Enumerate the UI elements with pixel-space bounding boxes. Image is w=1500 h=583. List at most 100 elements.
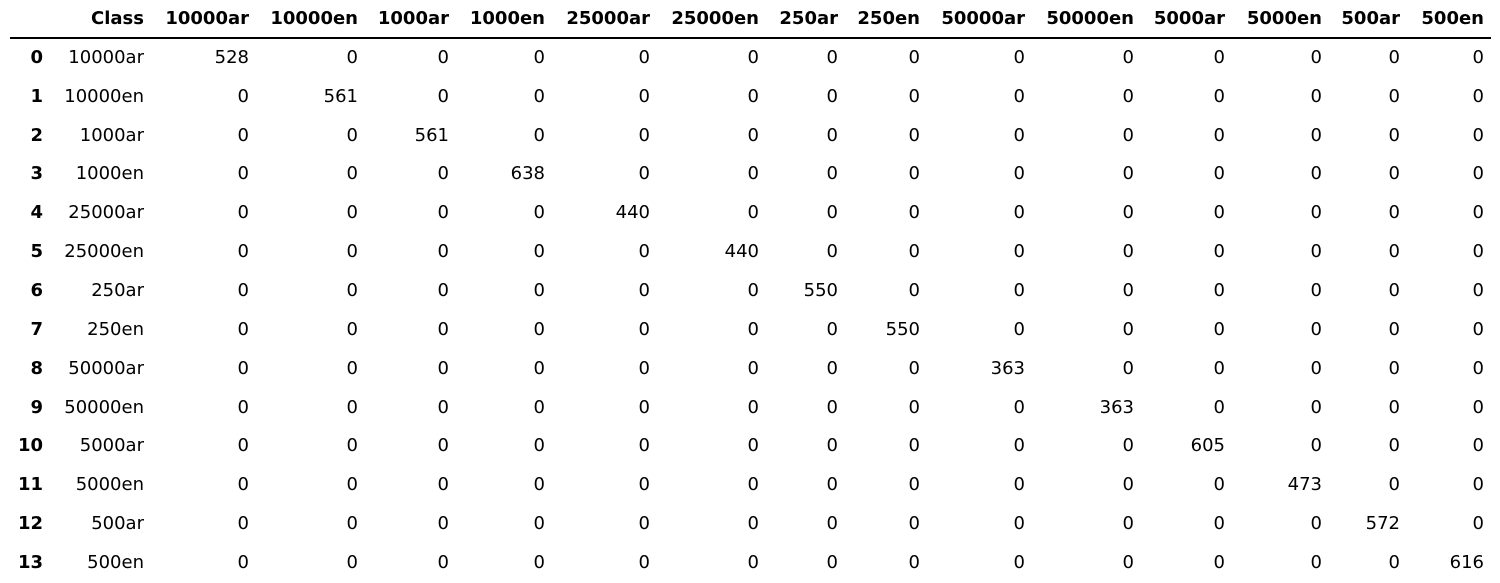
- table-cell: 0: [1213, 318, 1225, 340]
- table-cell: 0: [747, 474, 759, 496]
- row-index: 4: [30, 202, 43, 224]
- class-cell: 1000ar: [79, 124, 144, 146]
- table-cell: 0: [1388, 202, 1400, 224]
- row-index: 0: [30, 47, 43, 69]
- class-cell: 1000en: [75, 163, 144, 185]
- row-index: 7: [30, 318, 43, 340]
- table-cell: 561: [323, 85, 358, 107]
- column-header: 5000en: [1232, 0, 1329, 39]
- table-cell: 0: [826, 318, 838, 340]
- table-cell: 0: [533, 202, 545, 224]
- table-cell: 0: [638, 85, 650, 107]
- row-index: 2: [30, 124, 43, 146]
- table-cell: 0: [826, 551, 838, 573]
- table-cell: 0: [1310, 357, 1322, 379]
- table-cell: 0: [346, 513, 358, 535]
- table-cell: 0: [237, 474, 249, 496]
- table-cell: 0: [346, 357, 358, 379]
- table-cell: 0: [1310, 124, 1322, 146]
- table-row: 2 1000ar 0 0 561 0 0 0 0 0 0 0 0 0 0 0: [10, 116, 1491, 155]
- column-header: 250en: [845, 0, 927, 39]
- table-cell: 0: [908, 202, 920, 224]
- table-cell: 0: [1122, 85, 1134, 107]
- table-cell: 0: [1122, 513, 1134, 535]
- table-cell: 0: [237, 124, 249, 146]
- table-cell: 0: [1213, 513, 1225, 535]
- column-header: 500ar: [1329, 0, 1407, 39]
- table-cell: 572: [1365, 513, 1400, 535]
- table-cell: 0: [1310, 279, 1322, 301]
- table-cell: 0: [908, 279, 920, 301]
- table-cell: 0: [638, 47, 650, 69]
- table-cell: 0: [826, 124, 838, 146]
- row-index: 8: [30, 357, 43, 379]
- table-cell: 0: [1388, 396, 1400, 418]
- table-cell: 0: [1013, 124, 1025, 146]
- table-row: 6 250ar 0 0 0 0 0 0 550 0 0 0 0 0 0 0: [10, 271, 1491, 310]
- table-cell: 0: [1013, 163, 1025, 185]
- column-header: 5000ar: [1141, 0, 1232, 39]
- table-row: 0 10000ar 528 0 0 0 0 0 0 0 0 0 0 0 0 0: [10, 38, 1491, 77]
- table-cell: 0: [908, 124, 920, 146]
- table-cell: 0: [908, 357, 920, 379]
- table-cell: 0: [1213, 85, 1225, 107]
- table-cell: 0: [1213, 163, 1225, 185]
- table-cell: 0: [1122, 474, 1134, 496]
- table-cell: 0: [1213, 357, 1225, 379]
- row-index: 12: [17, 513, 43, 535]
- table-cell: 0: [237, 279, 249, 301]
- table-cell: 0: [437, 47, 449, 69]
- table-cell: 0: [346, 202, 358, 224]
- table-cell: 550: [803, 279, 838, 301]
- table-cell: 0: [826, 435, 838, 457]
- table-row: 12 500ar 0 0 0 0 0 0 0 0 0 0 0 0 572 0: [10, 504, 1491, 543]
- table-cell: 550: [885, 318, 920, 340]
- table-cell: 0: [237, 85, 249, 107]
- table-cell: 0: [1388, 279, 1400, 301]
- table-cell: 0: [1472, 435, 1484, 457]
- table-cell: 0: [1013, 202, 1025, 224]
- table-row: 9 50000en 0 0 0 0 0 0 0 0 0 363 0 0 0 0: [10, 388, 1491, 427]
- table-cell: 0: [1388, 47, 1400, 69]
- table-cell: 473: [1287, 474, 1322, 496]
- column-header: 1000ar: [365, 0, 456, 39]
- table-cell: 0: [1472, 474, 1484, 496]
- table-cell: 0: [1213, 396, 1225, 418]
- table-cell: 0: [1388, 318, 1400, 340]
- column-header: 10000ar: [151, 0, 256, 39]
- table-cell: 0: [1472, 396, 1484, 418]
- table-row: 1 10000en 0 561 0 0 0 0 0 0 0 0 0 0 0 0: [10, 77, 1491, 116]
- table-cell: 0: [346, 241, 358, 263]
- table-cell: 0: [826, 47, 838, 69]
- table-cell: 0: [237, 202, 249, 224]
- table-cell: 363: [1099, 396, 1134, 418]
- table-cell: 363: [990, 357, 1025, 379]
- table-row: 11 5000en 0 0 0 0 0 0 0 0 0 0 0 473 0 0: [10, 465, 1491, 504]
- class-cell: 500en: [87, 551, 144, 573]
- table-cell: 0: [1388, 124, 1400, 146]
- table-cell: 0: [346, 396, 358, 418]
- class-cell: 25000ar: [68, 202, 144, 224]
- table-cell: 0: [747, 202, 759, 224]
- column-header: 25000en: [657, 0, 766, 39]
- column-header: 25000ar: [552, 0, 657, 39]
- table-cell: 0: [1472, 47, 1484, 69]
- table-cell: 0: [533, 279, 545, 301]
- table-cell: 605: [1190, 435, 1225, 457]
- table-cell: 0: [908, 435, 920, 457]
- table-cell: 0: [237, 241, 249, 263]
- class-cell: 250ar: [91, 279, 144, 301]
- table-cell: 0: [346, 47, 358, 69]
- table-cell: 0: [638, 551, 650, 573]
- table-cell: 0: [747, 435, 759, 457]
- table-cell: 0: [1213, 47, 1225, 69]
- row-index: 9: [30, 396, 43, 418]
- class-cell: 10000en: [64, 85, 144, 107]
- table-cell: 0: [747, 124, 759, 146]
- table-cell: 0: [1013, 513, 1025, 535]
- table-cell: 0: [908, 396, 920, 418]
- table-cell: 0: [1213, 202, 1225, 224]
- table-cell: 0: [533, 47, 545, 69]
- table-cell: 0: [1013, 85, 1025, 107]
- table-cell: 0: [346, 551, 358, 573]
